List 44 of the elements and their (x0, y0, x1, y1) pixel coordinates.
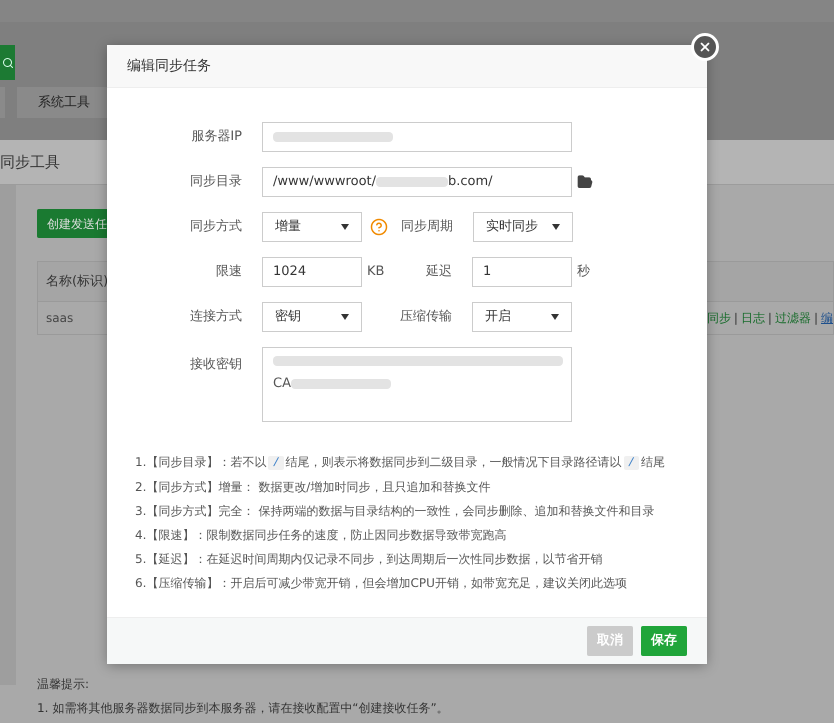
field-label: 同步方式 (189, 218, 243, 236)
dropdown-caret-icon (552, 224, 560, 230)
field-label: 服务器IP (190, 128, 243, 146)
input-field[interactable]: /www/wwwroot/ b.com/ (262, 167, 572, 197)
tip-text: 1. 如需将其他服务器数据同步到本服务器，请在接收配置中“创建接收任务”。 (37, 700, 450, 717)
select-field[interactable]: 密钥 (262, 302, 362, 332)
dialog-title: 编辑同步任务 (127, 56, 211, 76)
note-text: 3.【同步方式】完全： 保持两端的数据与目录结构的一致性，会同步删除、追加和替换文件和目录 (135, 503, 656, 520)
table-cell-text: saas (45, 310, 74, 327)
field-label: 同步目录 (189, 173, 243, 192)
separator-text: | (734, 310, 738, 327)
unit-label: 秒 (576, 263, 590, 282)
select-field[interactable]: 增量 (262, 212, 362, 242)
tips-title: 温馨提示: (37, 676, 90, 693)
key-textarea[interactable]: CA (262, 347, 572, 422)
dropdown-caret-icon (551, 314, 559, 320)
field-label: 接收密钥 (189, 356, 243, 374)
input-field[interactable]: 1024 (262, 257, 362, 287)
dropdown-caret-icon (341, 314, 349, 320)
select-field[interactable]: 实时同步 (473, 212, 573, 242)
folder-icon[interactable] (577, 174, 593, 190)
column-header: 名称(标识) (45, 272, 108, 291)
note-text: 1.【同步目录】：若不以 / 结尾，则表示将数据同步到二级目录，一般情况下目录路径请以 / 结尾 (135, 454, 666, 472)
field-label: 同步周期 (400, 218, 454, 236)
field-label: 连接方式 (189, 308, 243, 326)
dropdown-caret-icon (341, 224, 349, 230)
note-text: 2.【同步方式】增量： 数据更改/增加时同步，且只追加和替换文件 (135, 479, 492, 496)
input-field[interactable] (262, 122, 572, 152)
separator-text: | (814, 310, 818, 327)
action-link[interactable]: 编 (821, 309, 833, 327)
note-text: 5.【延迟】：在延迟时间周期内仅记录不同步，到达周期后一次性同步数据，以节省开销 (135, 551, 604, 568)
field-label: 压缩传输 (399, 308, 453, 326)
select-field[interactable]: 开启 (472, 302, 572, 332)
separator-text: | (768, 310, 772, 327)
search-icon[interactable] (2, 56, 14, 68)
note-text: 4.【限速】：限制数据同步任务的速度，防止因同步数据导致带宽跑高 (135, 527, 508, 544)
field-label: 限速 (215, 263, 243, 282)
input-field[interactable]: 1 (472, 257, 572, 287)
close-icon (698, 40, 712, 54)
note-text: 6.【压缩传输】：开启后可减少带宽开销，但会增加CPU开销，如带宽充足，建议关闭此选项 (135, 575, 628, 592)
unit-label: KB (366, 263, 386, 282)
blurred-text (376, 177, 448, 187)
field-label: 延迟 (425, 263, 453, 282)
page-title: 同步工具 (0, 152, 60, 173)
